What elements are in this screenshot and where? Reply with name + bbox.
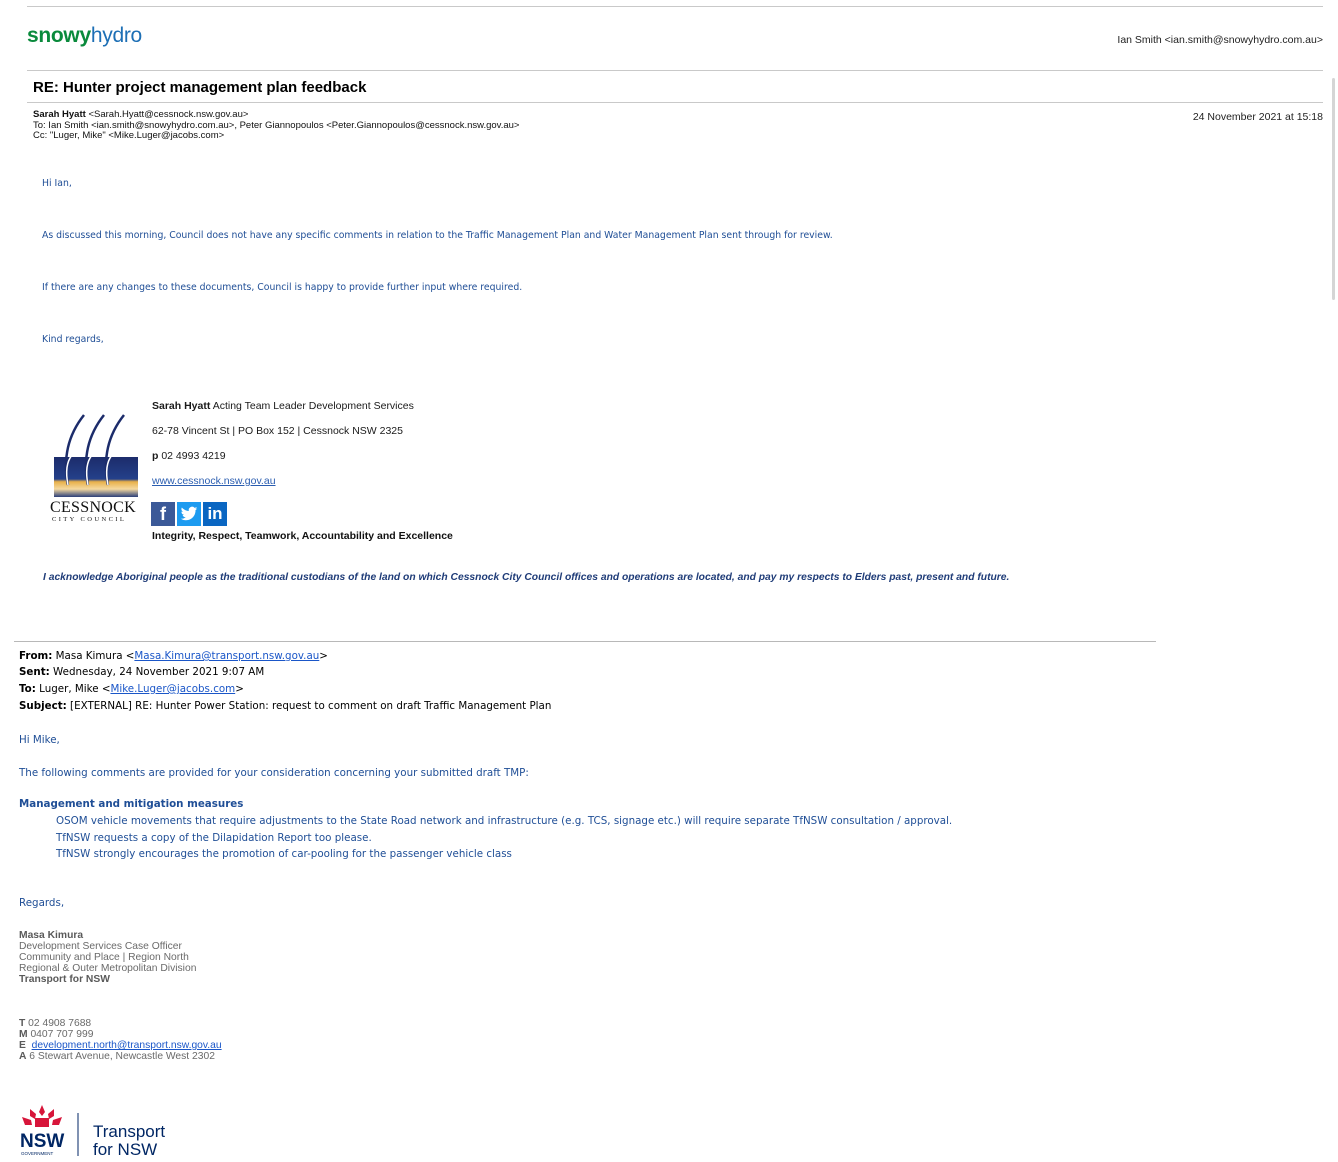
acknowledgement-of-country: I acknowledge Aboriginal people as the t…: [43, 572, 1010, 583]
email-subject: RE: Hunter project management plan feedb…: [33, 79, 367, 96]
contact-email-link[interactable]: development.north@transport.nsw.gov.au: [32, 1040, 222, 1051]
greeting: Hi Ian,: [42, 178, 72, 189]
to-label: To:: [19, 683, 36, 695]
email-label: E: [19, 1040, 26, 1051]
body-paragraph-1: As discussed this morning, Council does …: [42, 230, 833, 241]
contact-mobile: M 0407 707 999: [19, 1029, 222, 1040]
subject-divider: [27, 102, 1323, 103]
greeting: Hi Mike,: [19, 734, 60, 746]
government-wordmark: GOVERNMENT: [21, 1151, 54, 1156]
cc-line: Cc: "Luger, Mike" <Mike.Luger@jacobs.com…: [33, 130, 225, 141]
signature-name: Masa Kimura: [19, 930, 84, 941]
signature-address: 62-78 Vincent St | PO Box 152 | Cessnock…: [152, 425, 403, 437]
linkedin-icon[interactable]: in: [203, 502, 227, 526]
list-item: TfNSW strongly encourages the promotion …: [56, 848, 512, 860]
to-line: To: Luger, Mike <Mike.Luger@jacobs.com>: [19, 683, 244, 695]
signature-division: Regional & Outer Metropolitan Division: [19, 963, 197, 974]
email-date: 24 November 2021 at 15:18: [1192, 111, 1323, 123]
for-nsw-wordmark: for NSW: [93, 1140, 157, 1158]
subject-label: Subject:: [19, 700, 67, 712]
transport-for-nsw-logo-icon: NSW GOVERNMENT Transport for NSW: [20, 1105, 165, 1158]
signature-team: Community and Place | Region North: [19, 952, 189, 963]
signature-title: Development Services Case Officer: [19, 941, 182, 952]
signature-block: Masa Kimura Development Services Case Of…: [19, 930, 196, 985]
from-bracket: >: [319, 650, 328, 662]
sent-value: Wednesday, 24 November 2021 9:07 AM: [49, 666, 265, 678]
email-header-block: Sarah Hyatt <Sarah.Hyatt@cessnock.nsw.go…: [33, 109, 519, 142]
body-paragraph-2: If there are any changes to these docume…: [42, 282, 523, 293]
twitter-icon[interactable]: [177, 502, 201, 526]
nsw-wordmark: NSW: [20, 1131, 64, 1152]
to-name: Luger, Mike <: [35, 683, 111, 695]
sent-line: Sent: Wednesday, 24 November 2021 9:07 A…: [19, 666, 264, 678]
logo-part-hydro: hydro: [90, 24, 142, 47]
snowyhydro-logo: snowyhydro: [27, 24, 142, 48]
contact-block: T 02 4908 7688 M 0407 707 999 E developm…: [19, 1018, 222, 1062]
account-user: Ian Smith <ian.smith@snowyhydro.com.au>: [1117, 34, 1323, 46]
header-divider: [27, 70, 1323, 71]
sent-label: Sent:: [19, 666, 50, 678]
signature-name: Sarah Hyatt: [152, 400, 211, 412]
subject-value: [EXTERNAL] RE: Hunter Power Station: req…: [66, 700, 552, 712]
sender-address: <Sarah.Hyatt@cessnock.nsw.gov.au>: [85, 109, 249, 120]
phone-value: 02 4908 7688: [25, 1018, 92, 1029]
list-item: TfNSW requests a copy of the Dilapidatio…: [56, 832, 372, 844]
signature-org: Transport for NSW: [19, 974, 110, 985]
subject-line: Subject: [EXTERNAL] RE: Hunter Power Sta…: [19, 700, 551, 712]
mobile-label: M: [19, 1029, 28, 1040]
cessnock-logo-sub: CITY COUNCIL: [52, 516, 127, 523]
closing: Kind regards,: [42, 334, 104, 345]
snowyhydro-email-printout: snowyhydro Ian Smith <ian.smith@snowyhyd…: [0, 0, 1338, 618]
transport-wordmark: Transport: [93, 1122, 165, 1141]
signature-website[interactable]: www.cessnock.nsw.gov.au: [152, 475, 276, 487]
phone-number: 02 4993 4219: [158, 450, 226, 462]
website-link[interactable]: www.cessnock.nsw.gov.au: [152, 475, 276, 487]
signature-name-title: Sarah Hyatt Acting Team Leader Developme…: [152, 400, 414, 412]
cessnock-logo-name: CESSNOCK: [50, 499, 136, 516]
logo-part-snowy: snowy: [27, 24, 91, 47]
contact-address: A 6 Stewart Avenue, Newcastle West 2302: [19, 1051, 222, 1062]
intro-paragraph: The following comments are provided for …: [19, 767, 529, 779]
email-divider: [14, 641, 1156, 642]
council-values: Integrity, Respect, Teamwork, Accountabi…: [152, 530, 453, 542]
to-bracket: >: [235, 683, 244, 695]
top-border: [27, 6, 1323, 7]
facebook-icon[interactable]: f: [151, 502, 175, 526]
vertical-scrollbar[interactable]: [1332, 78, 1335, 300]
from-label: From:: [19, 650, 53, 662]
signature-title: Acting Team Leader Development Services: [210, 400, 414, 412]
from-email-link[interactable]: Masa.Kimura@transport.nsw.gov.au: [134, 650, 319, 662]
closing: Regards,: [19, 897, 65, 909]
mobile-value: 0407 707 999: [27, 1029, 94, 1040]
sender-name: Sarah Hyatt: [33, 109, 86, 120]
from-line: Sarah Hyatt <Sarah.Hyatt@cessnock.nsw.go…: [33, 109, 519, 121]
from-name: Masa Kimura <: [52, 650, 135, 662]
from-line: From: Masa Kimura <Masa.Kimura@transport…: [19, 650, 328, 662]
signature-phone: p 02 4993 4219: [152, 450, 226, 462]
to-email-link[interactable]: Mike.Luger@jacobs.com: [110, 683, 235, 695]
section-heading: Management and mitigation measures: [19, 798, 244, 810]
address-value: 6 Stewart Avenue, Newcastle West 2302: [26, 1051, 215, 1062]
list-item: OSOM vehicle movements that require adju…: [56, 815, 953, 827]
contact-email: E development.north@transport.nsw.gov.au: [19, 1040, 222, 1051]
contact-phone: T 02 4908 7688: [19, 1018, 222, 1029]
